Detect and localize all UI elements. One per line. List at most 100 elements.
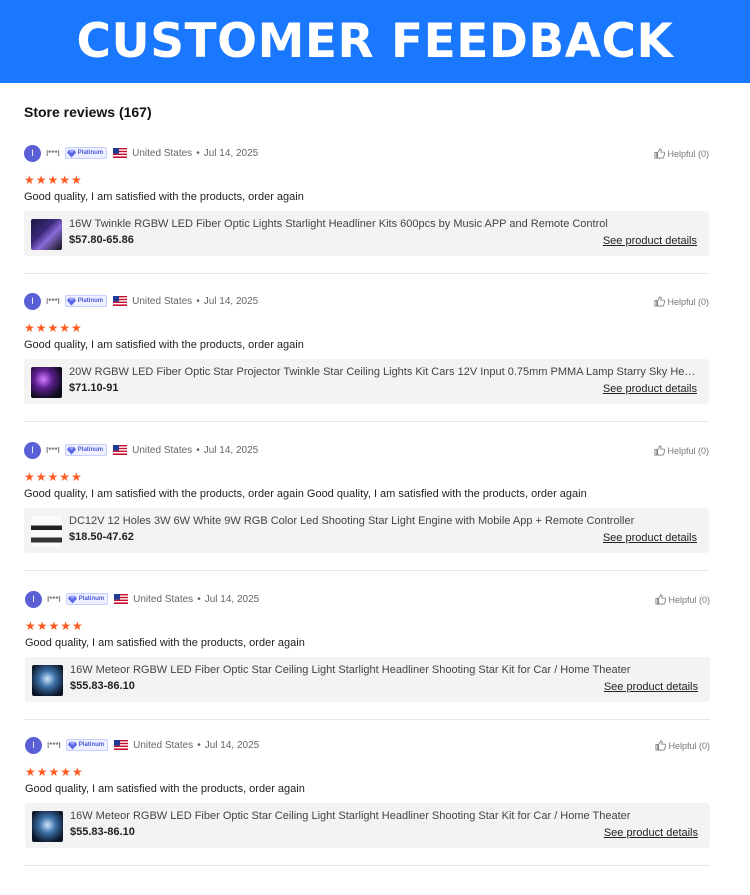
review-meta: I I***I Platinum United States • Jul 14,…	[25, 590, 259, 608]
review-divider	[25, 719, 710, 720]
diamond-icon	[66, 149, 76, 158]
thumbs-up-icon	[654, 296, 666, 307]
helpful-button[interactable]: Helpful (0)	[654, 296, 709, 307]
reviewer-country: United States	[133, 739, 194, 751]
product-card[interactable]: 16W Twinkle RGBW LED Fiber Optic Lights …	[24, 211, 709, 256]
meta-separator: •	[197, 739, 201, 751]
avatar: I	[25, 590, 42, 608]
review-date: Jul 14, 2025	[204, 739, 260, 751]
reviewer-name: I***I	[46, 445, 60, 455]
product-thumbnail[interactable]	[32, 665, 63, 696]
see-product-details-link[interactable]: See product details	[604, 681, 698, 693]
helpful-button[interactable]: Helpful (0)	[654, 445, 709, 456]
star-rating: ★★★★★	[25, 765, 84, 779]
product-price: $71.10-91	[69, 382, 119, 394]
see-product-details-link[interactable]: See product details	[603, 235, 697, 247]
avatar: I	[24, 292, 41, 310]
product-card[interactable]: DC12V 12 Holes 3W 6W White 9W RGB Color …	[24, 508, 709, 553]
product-card[interactable]: 16W Meteor RGBW LED Fiber Optic Star Cei…	[25, 803, 710, 848]
review-date: Jul 14, 2025	[203, 444, 259, 456]
review-date: Jul 14, 2025	[203, 295, 259, 307]
product-price: $55.83-86.10	[70, 680, 135, 692]
us-flag-icon	[114, 594, 129, 604]
star-rating: ★★★★★	[25, 619, 84, 633]
us-flag-icon	[114, 740, 129, 750]
meta-separator: •	[196, 444, 200, 456]
product-price: $55.83-86.10	[70, 826, 135, 838]
review-comment: Good quality, I am satisfied with the pr…	[25, 637, 305, 649]
avatar: I	[25, 736, 42, 754]
product-thumbnail[interactable]	[31, 516, 62, 547]
product-thumbnail[interactable]	[32, 811, 63, 842]
product-name[interactable]: DC12V 12 Holes 3W 6W White 9W RGB Color …	[69, 515, 699, 527]
helpful-button[interactable]: Helpful (0)	[654, 148, 709, 159]
review-comment: Good quality, I am satisfied with the pr…	[25, 783, 305, 795]
membership-badge: Platinum	[64, 295, 108, 307]
helpful-label: Helpful (0)	[667, 445, 709, 456]
review-divider	[24, 570, 709, 571]
review-card: I I***I Platinum United States • Jul 14,…	[25, 590, 710, 720]
review-date: Jul 14, 2025	[203, 147, 259, 159]
reviewer-country: United States	[132, 444, 193, 456]
review-meta: I I***I Platinum United States • Jul 14,…	[24, 144, 258, 162]
membership-badge: Platinum	[65, 739, 109, 751]
product-thumbnail[interactable]	[31, 219, 62, 250]
product-thumbnail[interactable]	[31, 367, 62, 398]
product-name[interactable]: 16W Meteor RGBW LED Fiber Optic Star Cei…	[70, 664, 700, 676]
see-product-details-link[interactable]: See product details	[603, 383, 697, 395]
product-name[interactable]: 16W Twinkle RGBW LED Fiber Optic Lights …	[69, 218, 699, 230]
reviewer-country: United States	[132, 295, 193, 307]
avatar: I	[24, 441, 41, 459]
review-comment: Good quality, I am satisfied with the pr…	[24, 339, 304, 351]
membership-badge: Platinum	[65, 593, 109, 605]
review-meta: I I***I Platinum United States • Jul 14,…	[24, 292, 258, 310]
review-card: I I***I Platinum United States • Jul 14,…	[24, 292, 709, 422]
reviewer-name: I***I	[46, 296, 60, 306]
review-divider	[25, 865, 710, 866]
review-meta: I I***I Platinum United States • Jul 14,…	[24, 441, 258, 459]
see-product-details-link[interactable]: See product details	[604, 827, 698, 839]
helpful-label: Helpful (0)	[667, 296, 709, 307]
thumbs-up-icon	[654, 445, 666, 456]
review-card: I I***I Platinum United States • Jul 14,…	[24, 144, 709, 274]
membership-badge: Platinum	[64, 444, 108, 456]
product-price: $18.50-47.62	[69, 531, 134, 543]
us-flag-icon	[113, 445, 128, 455]
thumbs-up-icon	[654, 148, 666, 159]
reviewer-country: United States	[132, 147, 193, 159]
helpful-label: Helpful (0)	[667, 148, 709, 159]
us-flag-icon	[113, 148, 128, 158]
product-card[interactable]: 20W RGBW LED Fiber Optic Star Projector …	[24, 359, 709, 404]
reviewer-name: I***I	[47, 594, 61, 604]
review-date: Jul 14, 2025	[204, 593, 260, 605]
star-rating: ★★★★★	[24, 470, 83, 484]
reviewer-name: I***I	[46, 148, 60, 158]
us-flag-icon	[113, 296, 128, 306]
membership-badge: Platinum	[64, 147, 108, 159]
thumbs-up-icon	[655, 594, 667, 605]
product-card[interactable]: 16W Meteor RGBW LED Fiber Optic Star Cei…	[25, 657, 710, 702]
product-price: $57.80-65.86	[69, 234, 134, 246]
review-divider	[24, 273, 709, 274]
thumbs-up-icon	[655, 740, 667, 751]
helpful-button[interactable]: Helpful (0)	[655, 594, 710, 605]
diamond-icon	[66, 297, 76, 306]
see-product-details-link[interactable]: See product details	[603, 532, 697, 544]
badge-label: Platinum	[78, 742, 105, 748]
banner-title: CUSTOMER FEEDBACK	[76, 14, 674, 69]
badge-label: Platinum	[77, 298, 104, 304]
helpful-button[interactable]: Helpful (0)	[655, 740, 710, 751]
star-rating: ★★★★★	[24, 321, 83, 335]
diamond-icon	[66, 446, 76, 455]
reviewer-country: United States	[133, 593, 194, 605]
store-reviews-heading: Store reviews (167)	[24, 104, 152, 120]
meta-separator: •	[197, 593, 201, 605]
diamond-icon	[67, 595, 77, 604]
helpful-label: Helpful (0)	[668, 740, 710, 751]
product-name[interactable]: 20W RGBW LED Fiber Optic Star Projector …	[69, 366, 699, 378]
meta-separator: •	[196, 147, 200, 159]
helpful-label: Helpful (0)	[668, 594, 710, 605]
review-divider	[24, 421, 709, 422]
diamond-icon	[67, 741, 77, 750]
product-name[interactable]: 16W Meteor RGBW LED Fiber Optic Star Cei…	[70, 810, 700, 822]
